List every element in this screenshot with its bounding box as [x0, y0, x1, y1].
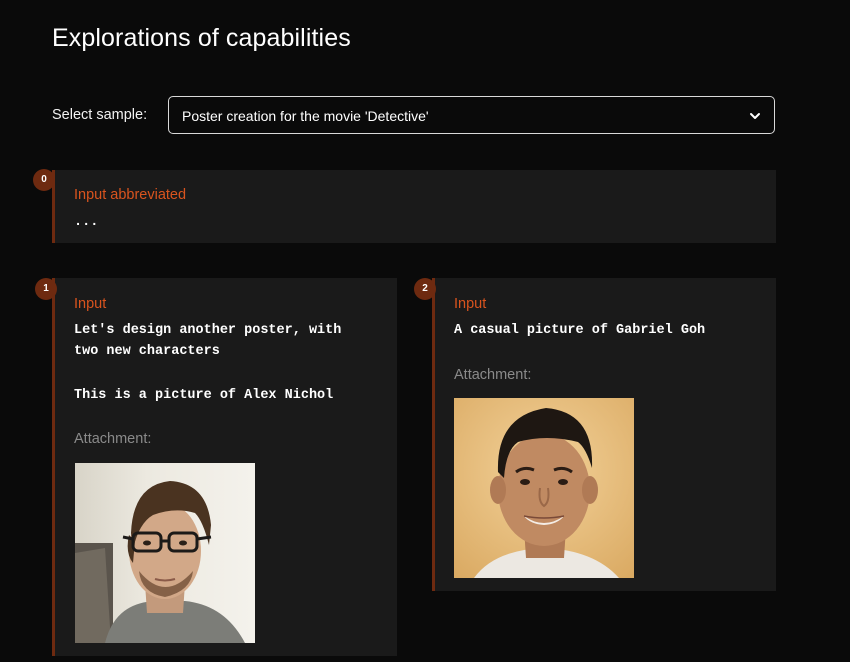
- attachment-label: Attachment:: [74, 431, 152, 447]
- card-input-abbreviated: Input abbreviated ...: [52, 170, 776, 243]
- card-text: ...: [74, 215, 99, 230]
- card-label: Input abbreviated: [74, 187, 187, 203]
- step-badge: 0: [33, 169, 55, 191]
- sample-select-value: Poster creation for the movie 'Detective…: [182, 108, 429, 124]
- page: Explorations of capabilities Select samp…: [0, 0, 850, 662]
- card-label: Input: [454, 296, 487, 312]
- attachment-image: [454, 398, 634, 578]
- card-input-1: Input Let's design another poster, with …: [52, 278, 397, 656]
- card-rail: [432, 278, 435, 591]
- page-title: Explorations of capabilities: [52, 24, 351, 52]
- card-text-line: Let's design another poster, with: [74, 323, 342, 338]
- card-rail: [52, 278, 55, 656]
- card-text-line: two new characters: [74, 344, 220, 359]
- sample-select[interactable]: Poster creation for the movie 'Detective…: [168, 96, 775, 134]
- chevron-down-icon: [750, 113, 760, 119]
- card-label: Input: [74, 296, 107, 312]
- card-text-line: This is a picture of Alex Nichol: [74, 388, 334, 403]
- attachment-label: Attachment:: [454, 367, 532, 383]
- card-input-2: Input A casual picture of Gabriel Goh At…: [432, 278, 776, 591]
- step-badge: 2: [414, 278, 436, 300]
- step-badge: 1: [35, 278, 57, 300]
- select-sample-label: Select sample:: [52, 107, 148, 123]
- card-text: A casual picture of Gabriel Goh: [454, 323, 706, 338]
- attachment-image: [75, 463, 255, 643]
